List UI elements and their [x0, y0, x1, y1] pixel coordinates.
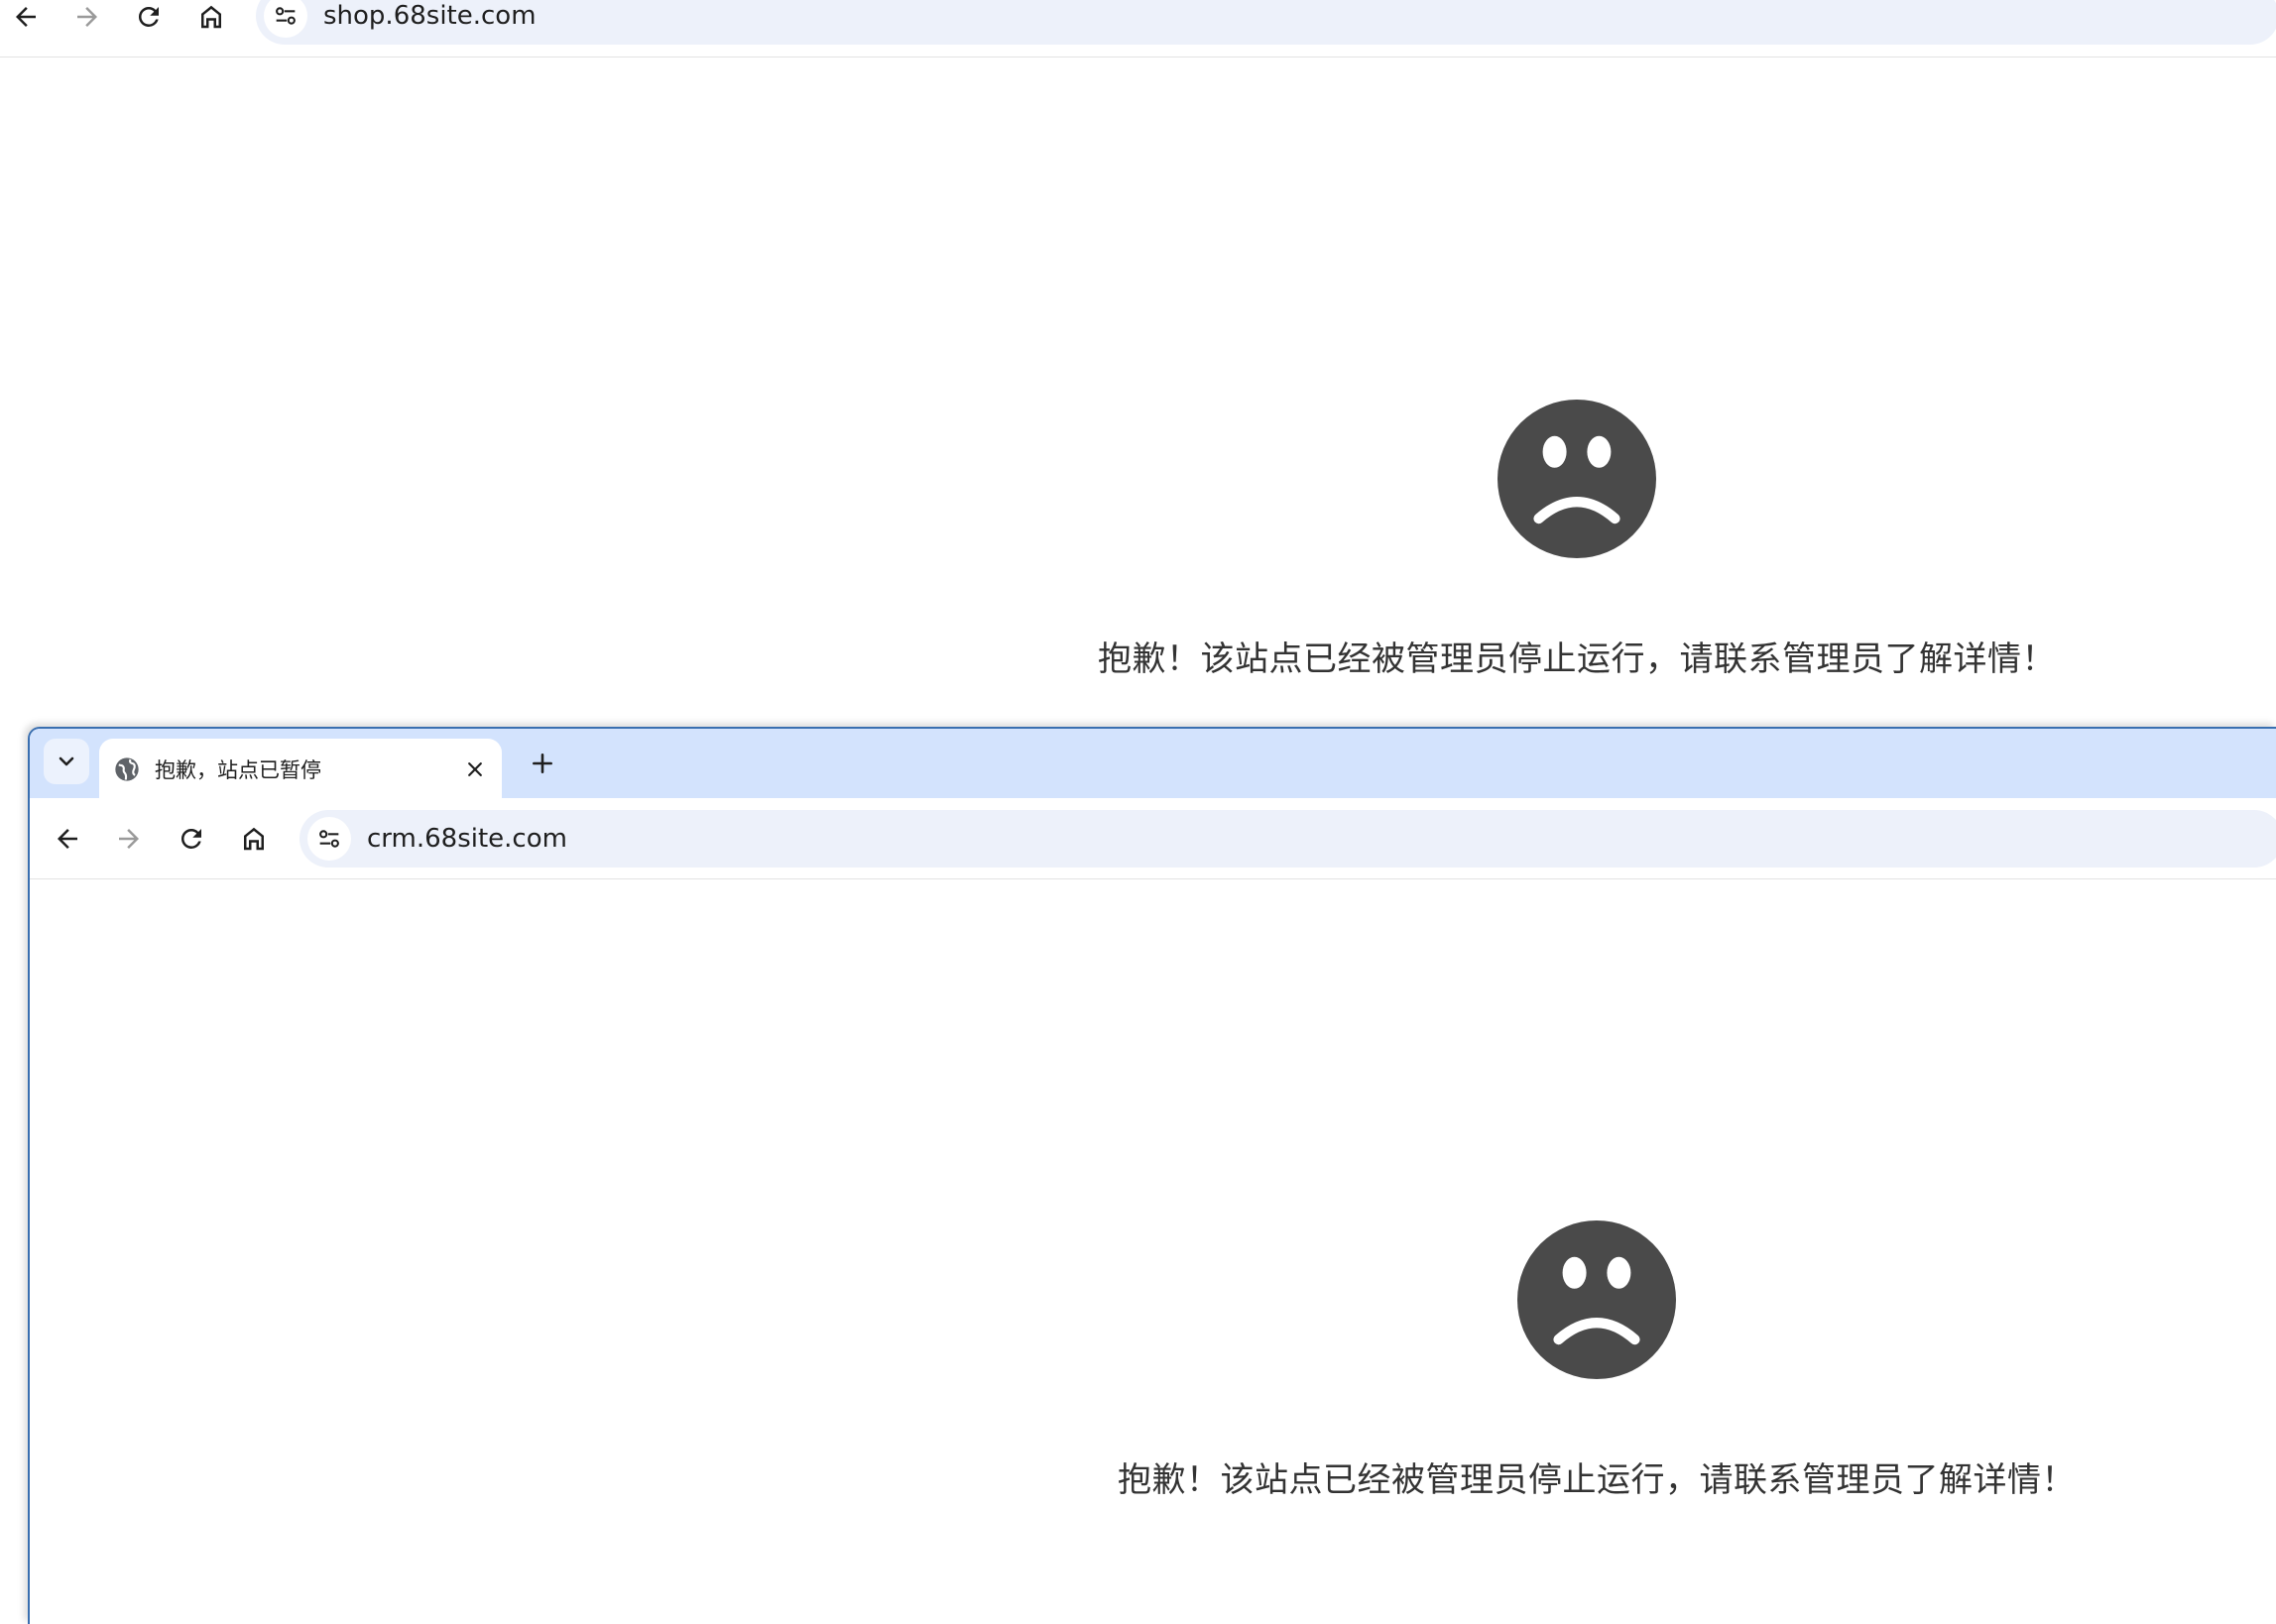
tab-strip: 抱歉，站点已暂停 [30, 729, 2276, 800]
back-button[interactable] [4, 0, 48, 39]
error-block: 抱歉！该站点已经被管理员停止运行，请联系管理员了解详情！ [1051, 1220, 2142, 1501]
home-icon [201, 5, 221, 29]
tab-search-button[interactable] [44, 739, 89, 784]
front-browser-window: 抱歉，站点已暂停 crm.68site.com 抱歉！该站点已经被管理员停止运行… [28, 727, 2276, 1624]
back-browser-window: shop.68site.com 抱歉！该站点已经被管理员停止运行，请联系管理员了… [0, 0, 2276, 734]
url-text[interactable]: shop.68site.com [323, 1, 537, 31]
forward-button[interactable] [107, 817, 151, 861]
sad-face-icon [1497, 400, 1656, 558]
sad-face-icon [1517, 1220, 1676, 1379]
tab-title: 抱歉，站点已暂停 [155, 758, 321, 782]
front-toolbar: crm.68site.com [30, 798, 2276, 879]
reload-button[interactable] [127, 0, 171, 39]
back-button[interactable] [46, 817, 89, 861]
url-text[interactable]: crm.68site.com [367, 824, 567, 854]
home-icon [244, 827, 264, 851]
site-info-button[interactable] [307, 817, 351, 861]
tab-close-button[interactable] [458, 753, 492, 786]
error-message: 抱歉！该站点已经被管理员停止运行，请联系管理员了解详情！ [1118, 1460, 2076, 1500]
home-button[interactable] [232, 817, 276, 861]
reload-icon [138, 6, 159, 27]
arrow-right-icon [119, 829, 139, 849]
arrow-left-icon [16, 7, 36, 27]
tune-icon [319, 830, 339, 848]
home-button[interactable] [189, 0, 233, 39]
tab-active[interactable]: 抱歉，站点已暂停 [99, 739, 502, 800]
arrow-left-icon [58, 829, 77, 849]
back-toolbar: shop.68site.com [0, 0, 2276, 58]
reload-button[interactable] [170, 817, 213, 861]
address-bar[interactable]: shop.68site.com [256, 0, 2276, 45]
error-message: 抱歉！该站点已经被管理员停止运行，请联系管理员了解详情！ [1098, 639, 2056, 679]
tune-icon [276, 7, 296, 25]
globe-icon [113, 755, 141, 783]
plus-icon [533, 754, 552, 773]
new-tab-button[interactable] [522, 743, 563, 784]
reload-icon [180, 829, 201, 849]
site-info-button[interactable] [264, 0, 307, 38]
address-bar[interactable]: crm.68site.com [299, 810, 2276, 868]
close-icon [468, 762, 482, 776]
chevron-down-icon [59, 756, 74, 766]
arrow-right-icon [77, 7, 97, 27]
forward-button[interactable] [65, 0, 109, 39]
error-block: 抱歉！该站点已经被管理员停止运行，请联系管理员了解详情！ [1031, 400, 2122, 680]
